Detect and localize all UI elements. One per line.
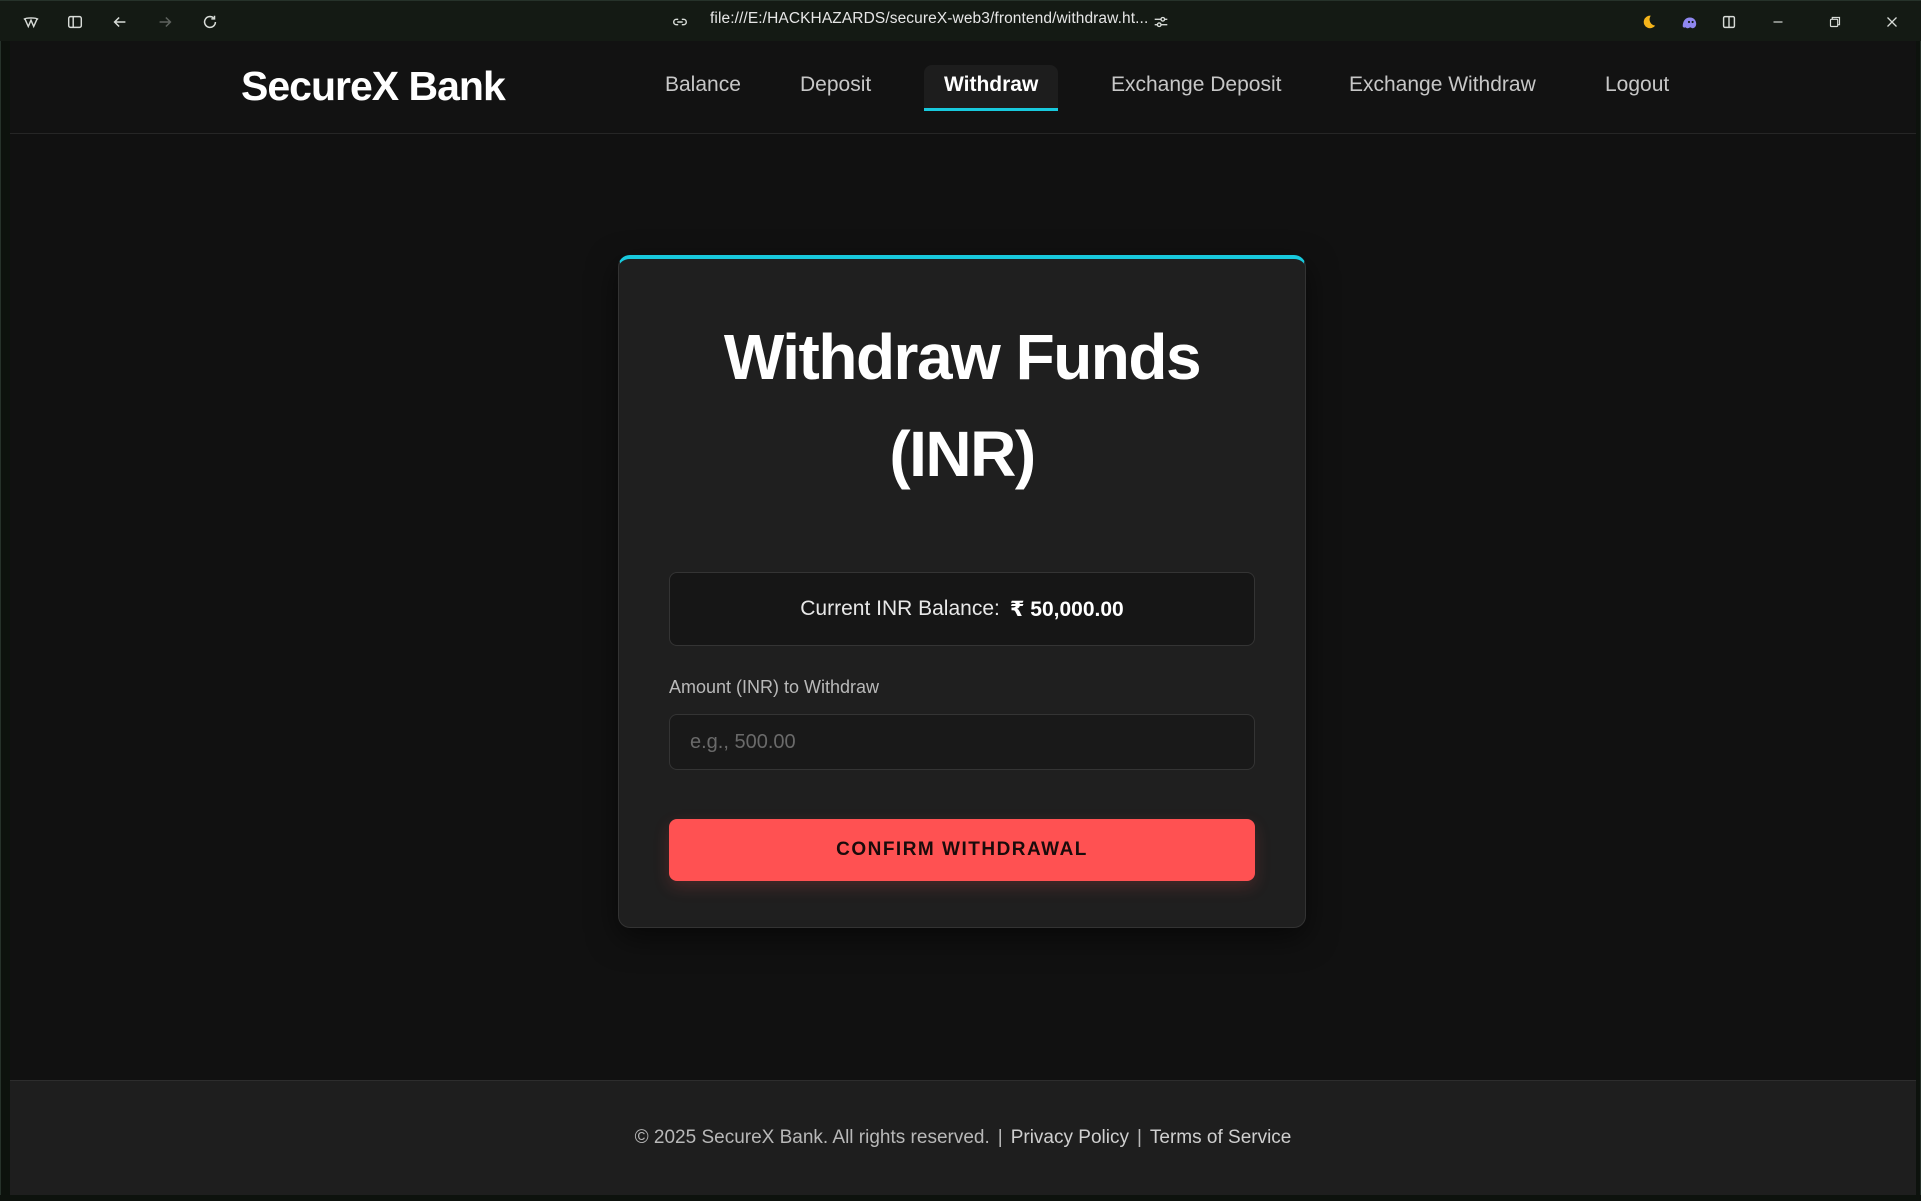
browser-toolbar: file:///E:/HACKHAZARDS/secureX-web3/fron… (0, 0, 1921, 41)
nav-link-withdraw[interactable]: Withdraw (924, 65, 1059, 111)
brand-logo[interactable]: SecureX Bank (241, 63, 506, 110)
minimize-icon[interactable] (1758, 1, 1798, 42)
title-line: Withdraw Funds (723, 321, 1202, 393)
nav-link-balance[interactable]: Balance (645, 65, 761, 111)
moon-icon[interactable] (1628, 1, 1668, 42)
privacy-policy-link[interactable]: Privacy Policy (1011, 1127, 1129, 1149)
split-view-icon[interactable] (1709, 1, 1749, 42)
balance-value: ₹ 50,000.00 (1009, 597, 1124, 621)
nav-link-deposit[interactable]: Deposit (780, 65, 891, 111)
reload-icon[interactable] (190, 1, 230, 42)
page-title: Withdraw Funds (INR) (619, 309, 1305, 503)
restore-icon[interactable] (1815, 1, 1855, 42)
balance-label: Current INR Balance: (800, 597, 1000, 620)
page-settings-icon[interactable] (1141, 1, 1181, 42)
nav-link-exchange-withdraw[interactable]: Exchange Withdraw (1329, 65, 1556, 111)
ghost-extension-icon[interactable] (1669, 1, 1709, 42)
back-arrow-icon[interactable] (100, 1, 140, 42)
window-border-right (1916, 41, 1921, 1201)
window-border-bottom (0, 1195, 1921, 1201)
footer-separator: | (997, 1127, 1003, 1148)
address-bar[interactable]: file:///E:/HACKHAZARDS/secureX-web3/fron… (710, 10, 1148, 28)
title-line: (INR) (889, 418, 1036, 490)
site-footer: © 2025 SecureX Bank. All rights reserved… (10, 1080, 1916, 1195)
nav-link-exchange-deposit[interactable]: Exchange Deposit (1091, 65, 1301, 111)
amount-label: Amount (INR) to Withdraw (669, 677, 880, 697)
balance-display: Current INR Balance: ₹ 50,000.00 (669, 572, 1255, 646)
forward-arrow-icon[interactable] (145, 1, 185, 42)
sidebar-toggle-icon[interactable] (55, 1, 95, 42)
page-viewport: SecureX Bank Balance Deposit Withdraw Ex… (10, 41, 1916, 1195)
close-icon[interactable] (1872, 1, 1912, 42)
nav-link-logout[interactable]: Logout (1585, 65, 1689, 111)
withdraw-card: Withdraw Funds (INR) Current INR Balance… (618, 255, 1306, 928)
amount-input[interactable] (669, 714, 1255, 770)
window-border-left (0, 41, 10, 1201)
link-icon[interactable] (660, 1, 700, 42)
site-navbar: SecureX Bank Balance Deposit Withdraw Ex… (10, 41, 1916, 134)
browser-logo-icon[interactable] (11, 1, 51, 42)
terms-of-service-link[interactable]: Terms of Service (1150, 1127, 1291, 1149)
footer-separator: | (1136, 1127, 1142, 1148)
footer-copyright: © 2025 SecureX Bank. All rights reserved… (634, 1127, 990, 1148)
confirm-withdrawal-button[interactable]: CONFIRM WITHDRAWAL (669, 819, 1255, 881)
